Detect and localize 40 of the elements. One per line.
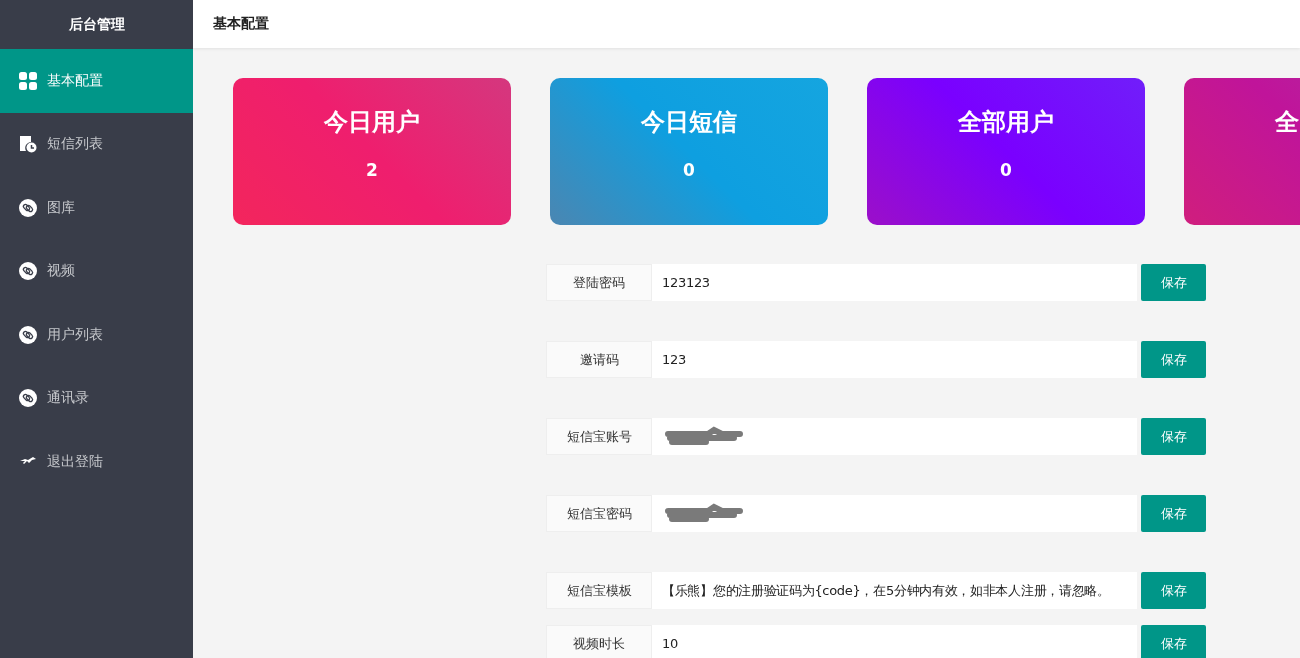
input-field[interactable] — [652, 418, 1137, 455]
stat-value: 2 — [366, 160, 378, 180]
stat-value: 0 — [683, 160, 695, 180]
link-icon — [19, 198, 37, 217]
stat-title: 今日用户 — [324, 107, 420, 138]
sidebar-item[interactable]: 图库 — [0, 176, 193, 240]
field-label: 登陆密码 — [546, 264, 652, 301]
sidebar-item[interactable]: 退出登陆 — [0, 430, 193, 494]
sidebar-item[interactable]: 视频 — [0, 239, 193, 303]
sidebar-item[interactable]: 短信列表 — [0, 112, 193, 176]
save-button[interactable]: 保存 — [1141, 572, 1206, 609]
field-label: 短信宝密码 — [546, 495, 652, 532]
link-icon — [19, 325, 37, 344]
sidebar-item[interactable]: 通讯录 — [0, 366, 193, 430]
link-icon — [19, 262, 37, 281]
save-button[interactable]: 保存 — [1141, 495, 1206, 532]
stat-title: 全 — [1275, 107, 1300, 138]
input-field[interactable]: 123 — [652, 341, 1137, 378]
field-label: 短信宝账号 — [546, 418, 652, 455]
sidebar-item[interactable]: 用户列表 — [0, 303, 193, 367]
sidebar-item[interactable]: 基本配置 — [0, 49, 193, 113]
save-button[interactable]: 保存 — [1141, 418, 1206, 455]
input-field[interactable] — [652, 495, 1137, 532]
sidebar-title: 后台管理 — [67, 14, 126, 34]
field-label: 邀请码 — [546, 341, 652, 378]
grid-icon — [19, 71, 37, 90]
save-button[interactable]: 保存 — [1141, 264, 1206, 301]
page-title: 基本配置 — [213, 15, 269, 33]
stat-title: 今日短信 — [641, 107, 737, 138]
schedule-icon — [19, 135, 37, 154]
field-label: 短信宝模板 — [546, 572, 652, 609]
input-field[interactable]: 123123 — [652, 264, 1137, 301]
input-field[interactable]: 10 — [652, 625, 1137, 658]
save-button[interactable]: 保存 — [1141, 625, 1206, 658]
field-label: 视频时长 — [546, 625, 652, 658]
link-icon — [19, 389, 37, 408]
save-button[interactable]: 保存 — [1141, 341, 1206, 378]
input-field[interactable]: 【乐熊】您的注册验证码为{code}，在5分钟内有效，如非本人注册，请忽略。 — [652, 572, 1137, 609]
stat-value: 0 — [1000, 160, 1012, 180]
stat-title: 全部用户 — [958, 107, 1054, 138]
